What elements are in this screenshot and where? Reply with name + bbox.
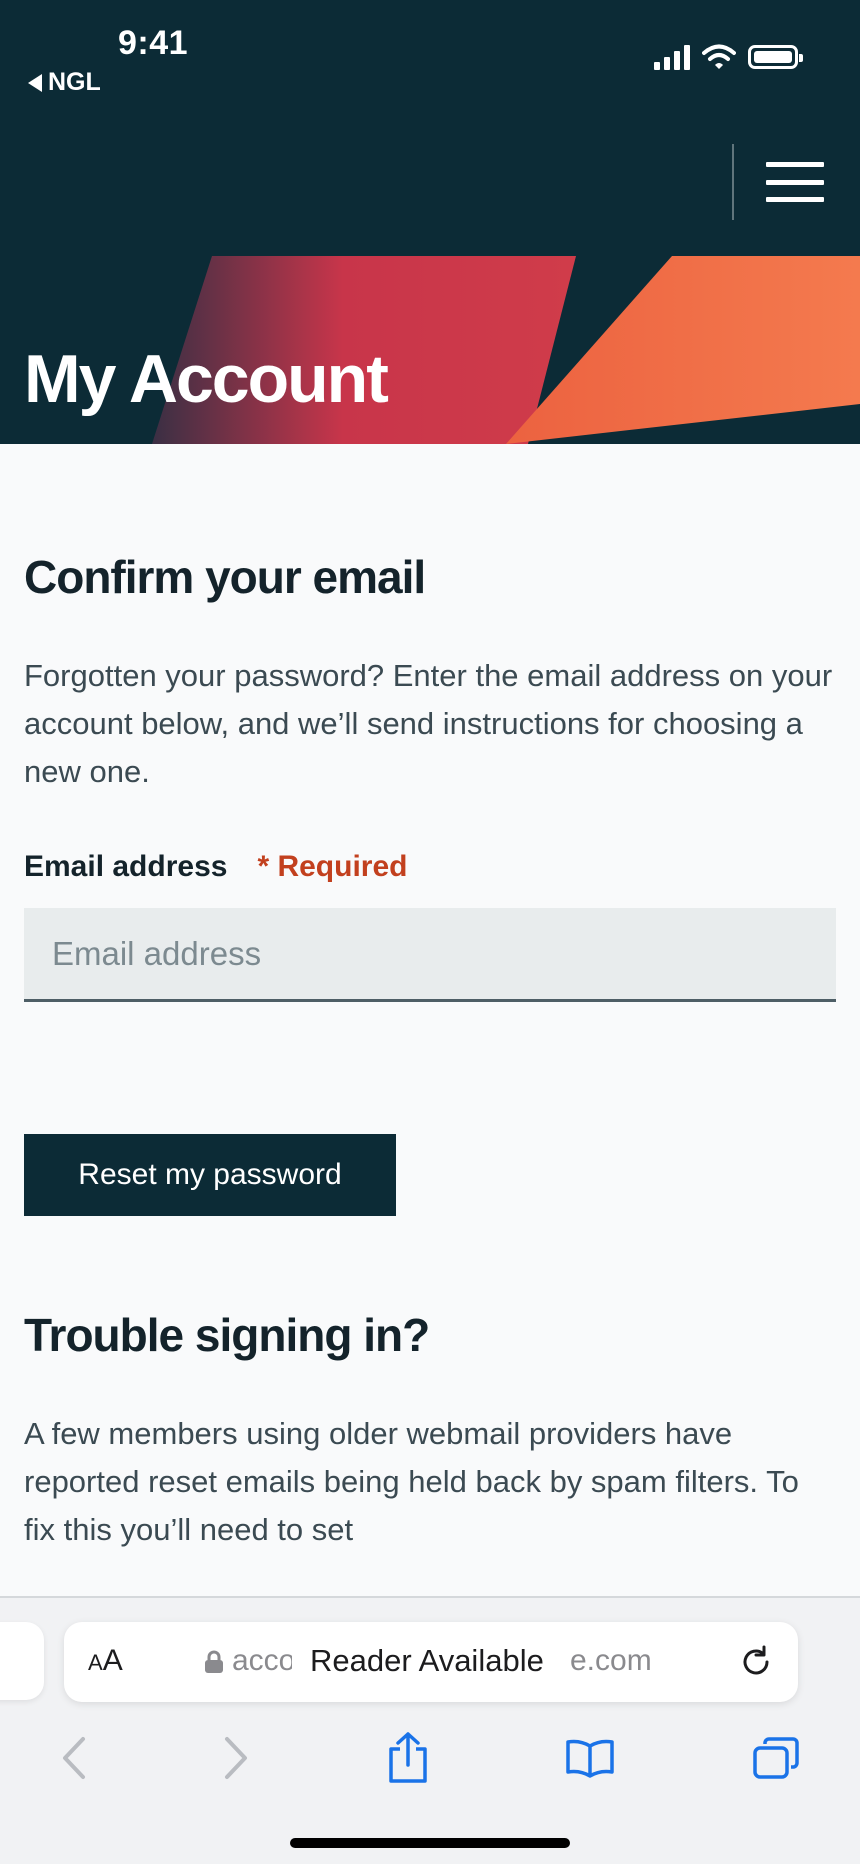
trouble-signing-in-body: A few members using older webmail provid… (24, 1416, 799, 1547)
menu-icon[interactable] (766, 162, 824, 202)
browser-chrome: AA acco Reader Available e.com (0, 1596, 860, 1864)
previous-tab-preview[interactable] (0, 1622, 44, 1700)
confirm-email-intro: Forgotten your password? Enter the email… (24, 658, 833, 789)
menu-divider (732, 144, 734, 220)
trouble-signing-in-heading: Trouble signing in? (24, 1309, 430, 1361)
text-size-button[interactable]: AA (88, 1644, 123, 1678)
url-prefix: acco (232, 1644, 292, 1677)
bookmarks-button[interactable] (560, 1728, 620, 1788)
reader-available-label[interactable]: Reader Available (310, 1643, 544, 1679)
browser-toolbar (0, 1728, 860, 1808)
site-header: 9:41 NGL My Account (0, 0, 860, 444)
email-label-text: Email address (24, 850, 228, 883)
email-field-label: Email address * Required (24, 850, 407, 884)
lock-icon (205, 1650, 223, 1673)
share-button[interactable] (378, 1728, 438, 1788)
reload-icon[interactable] (738, 1644, 774, 1680)
forward-icon (225, 1737, 247, 1779)
tabs-icon (753, 1737, 799, 1779)
forward-button[interactable] (206, 1728, 266, 1788)
share-icon (389, 1732, 427, 1783)
address-bar[interactable]: AA acco Reader Available e.com (64, 1622, 798, 1702)
back-icon (63, 1737, 85, 1779)
page-title: My Account (24, 341, 389, 417)
url-suffix: e.com (570, 1644, 652, 1677)
reset-password-button[interactable]: Reset my password (24, 1134, 396, 1216)
back-button[interactable] (44, 1728, 104, 1788)
email-input[interactable] (24, 908, 836, 1002)
required-indicator: * Required (257, 850, 408, 883)
home-indicator (290, 1838, 570, 1848)
tabs-button[interactable] (746, 1728, 806, 1788)
bookmarks-icon (566, 1739, 614, 1778)
confirm-email-heading: Confirm your email (24, 551, 426, 603)
